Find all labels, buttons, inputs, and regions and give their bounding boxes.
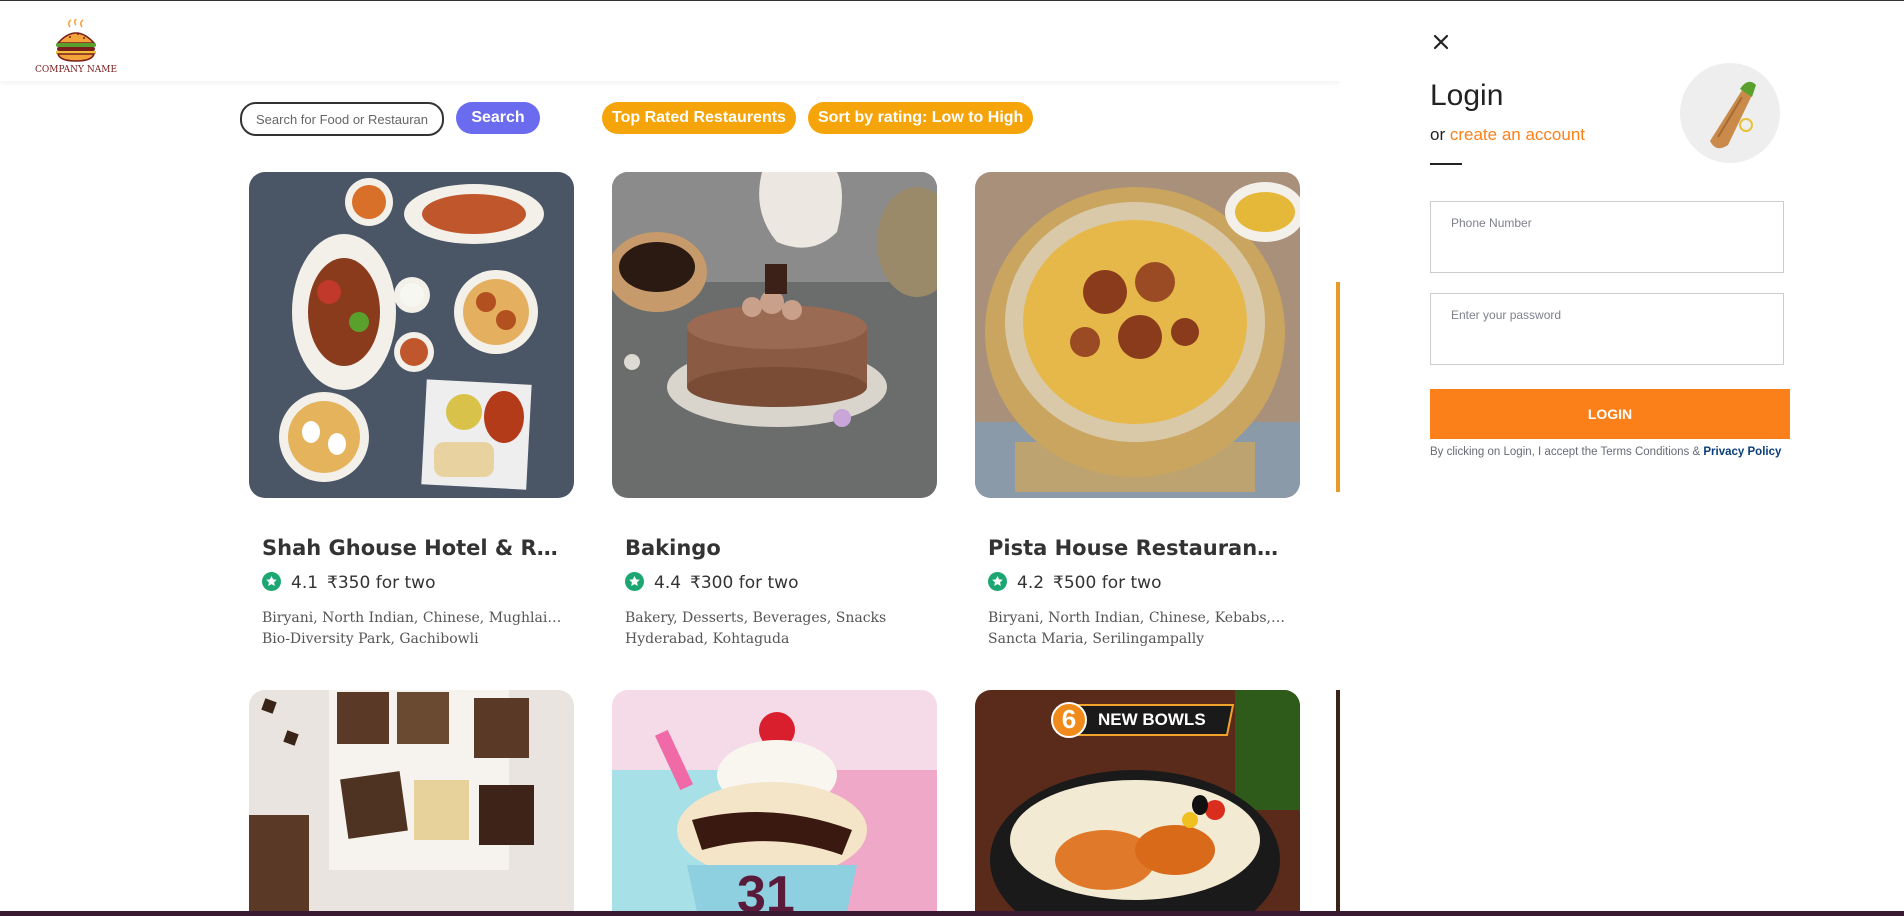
wrap-icon: [1710, 81, 1756, 149]
sort-rating-button[interactable]: Sort by rating: Low to High: [808, 102, 1034, 134]
restaurant-card-image-bowls[interactable]: 6 NEW BOWLS: [975, 690, 1300, 912]
bottom-bar: [0, 911, 1904, 916]
icecream-image: 31: [612, 690, 937, 912]
rating-value: 4.4: [654, 573, 682, 593]
star-icon: [988, 572, 1007, 591]
restaurant-image: [249, 172, 574, 498]
login-button[interactable]: LOGIN: [1430, 389, 1790, 439]
login-panel: Login or create an account LOGIN By clic…: [1340, 1, 1904, 911]
company-name: COMPANY NAME: [34, 65, 118, 75]
login-subtitle: or create an account: [1430, 125, 1585, 145]
cuisine-list: Bakery, Desserts, Beverages, Snacks: [625, 610, 887, 626]
restaurant-name: Pista House Restaurant & Bakery: [988, 536, 1288, 560]
promo-text: NEW BOWLS: [1098, 710, 1206, 729]
create-account-link[interactable]: create an account: [1450, 125, 1585, 144]
privacy-policy-link[interactable]: Privacy Policy: [1703, 446, 1781, 458]
restaurant-meta: 4.4 ₹300 for two: [625, 572, 798, 594]
rating-value: 4.1: [291, 573, 319, 593]
cost-for-two: ₹500 for two: [1053, 573, 1162, 593]
header: COMPANY NAME: [0, 1, 1340, 81]
restaurant-page: COMPANY NAME Search Top Rated Restaurent…: [0, 1, 1340, 916]
brownies-image: [249, 690, 574, 912]
food-avatar: [1680, 63, 1780, 163]
restaurant-card-image-brownies[interactable]: [249, 690, 574, 912]
company-logo[interactable]: COMPANY NAME: [34, 17, 118, 79]
search-input[interactable]: [240, 102, 444, 136]
password-input[interactable]: [1451, 308, 1771, 322]
restaurant-location: Hyderabad, Kohtaguda: [625, 631, 790, 647]
title-underline: [1430, 163, 1462, 165]
terms-text: By clicking on Login, I accept the Terms…: [1430, 445, 1790, 459]
search-button[interactable]: Search: [456, 102, 540, 134]
star-icon: [625, 572, 644, 591]
close-icon[interactable]: [1430, 31, 1452, 53]
login-title: Login: [1430, 79, 1504, 112]
restaurant-location: Bio-Diversity Park, Gachibowli: [262, 631, 479, 647]
terms-label: By clicking on Login, I accept the Terms…: [1430, 446, 1704, 458]
rating-value: 4.2: [1017, 573, 1045, 593]
restaurant-location: Sancta Maria, Serilingampally: [988, 631, 1205, 647]
phone-input[interactable]: [1451, 216, 1771, 230]
phone-field[interactable]: [1430, 201, 1784, 273]
restaurant-meta: 4.1 ₹350 for two: [262, 572, 435, 594]
restaurant-card-image-icecream[interactable]: 31: [612, 690, 937, 912]
restaurant-meta: 4.2 ₹500 for two: [988, 572, 1161, 594]
cost-for-two: ₹350 for two: [327, 573, 436, 593]
restaurant-name: Shah Ghouse Hotel & Restaurant: [262, 536, 562, 560]
top-rated-button[interactable]: Top Rated Restaurents: [602, 102, 796, 134]
star-icon: [262, 572, 281, 591]
password-field[interactable]: [1430, 293, 1784, 365]
cuisine-list: Biryani, North Indian, Chinese, Kebabs, …: [988, 610, 1288, 626]
svg-text:31: 31: [737, 866, 795, 912]
burger-logo-icon: [56, 17, 96, 62]
cost-for-two: ₹300 for two: [690, 573, 799, 593]
restaurant-image: [612, 172, 937, 498]
restaurant-image: [975, 172, 1300, 498]
or-text: or: [1430, 125, 1446, 144]
restaurant-name: Bakingo: [625, 536, 721, 560]
cuisine-list: Biryani, North Indian, Chinese, Mughlai,…: [262, 610, 562, 626]
promo-number: 6: [1061, 704, 1077, 734]
